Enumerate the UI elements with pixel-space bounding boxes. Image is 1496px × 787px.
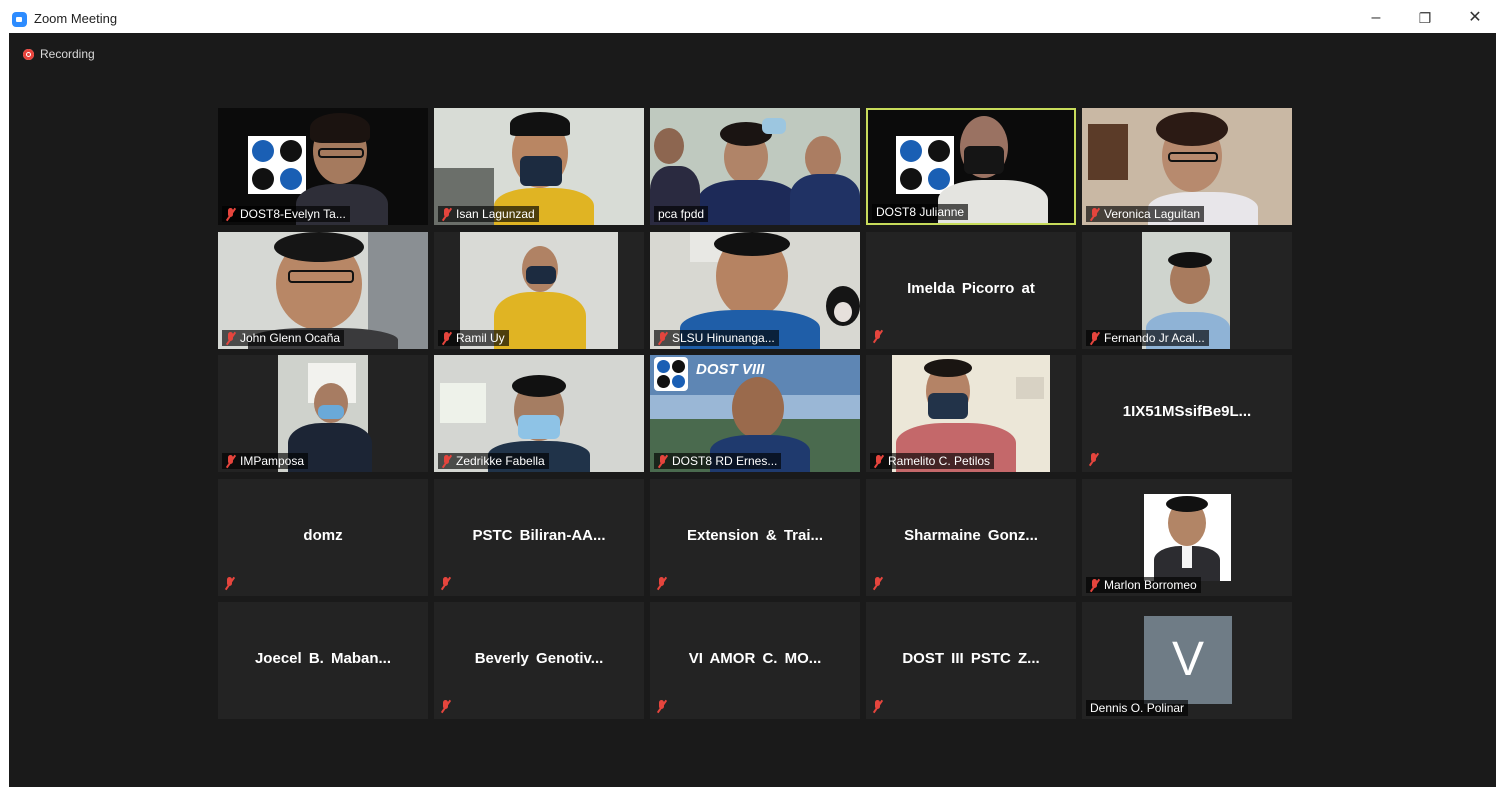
participant-name-center: Beverly Genotiv... (474, 650, 604, 667)
participant-name-center: domz (303, 527, 343, 544)
muted-mic-icon (441, 455, 452, 468)
close-button[interactable]: ✕ (1461, 6, 1489, 30)
participant-tile[interactable]: pca fpdd (650, 108, 860, 225)
avatar: V (1144, 616, 1232, 704)
participant-name-center: Sharmaine Gonz... (904, 527, 1038, 544)
participant-tile[interactable]: domz (218, 479, 428, 596)
participant-name-center: 1IX51MSsifBe9L... (1122, 403, 1252, 420)
participant-tile[interactable]: DOST III PSTC Z... (866, 602, 1076, 719)
participant-name: SLSU Hinunanga... (654, 330, 779, 346)
profile-picture (1144, 494, 1231, 581)
muted-mic-icon (440, 700, 451, 713)
muted-mic-icon (440, 577, 451, 590)
muted-mic-icon (1088, 453, 1099, 466)
muted-mic-icon (873, 455, 884, 468)
participant-name-center: VI AMOR C. MO... (688, 650, 822, 667)
recording-label: Recording (40, 47, 95, 61)
participant-tile[interactable]: John Glenn Ocaña (218, 232, 428, 349)
muted-mic-icon (657, 332, 668, 345)
muted-mic-icon (224, 577, 235, 590)
participant-tile[interactable]: Sharmaine Gonz... (866, 479, 1076, 596)
title-bar: Zoom Meeting – ❐ ✕ (0, 0, 1496, 33)
participant-name: IMPamposa (222, 453, 309, 469)
participant-name: Ramil Uy (438, 330, 509, 346)
muted-mic-icon (441, 208, 452, 221)
restore-button[interactable]: ❐ (1411, 6, 1439, 30)
muted-mic-icon (657, 455, 668, 468)
participant-tile[interactable]: Beverly Genotiv... (434, 602, 644, 719)
participant-name: John Glenn Ocaña (222, 330, 345, 346)
participant-name-center: Imelda Picorro at (907, 280, 1035, 297)
participant-tile[interactable]: Marlon Borromeo (1082, 479, 1292, 596)
muted-mic-icon (1089, 332, 1100, 345)
participant-tile[interactable]: Ramil Uy (434, 232, 644, 349)
muted-mic-icon (1089, 579, 1100, 592)
participant-name: pca fpdd (654, 206, 709, 222)
participant-tile[interactable]: Zedrikke Fabella (434, 355, 644, 472)
participant-name: Marlon Borromeo (1086, 577, 1201, 593)
participant-tile[interactable]: 1IX51MSsifBe9L... (1082, 355, 1292, 472)
participant-tile[interactable]: DOST8-Evelyn Ta... (218, 108, 428, 225)
meeting-area: Recording DOST8-Evelyn Ta... Isan Lagunz… (9, 33, 1496, 787)
participant-tile[interactable]: V Dennis O. Polinar (1082, 602, 1292, 719)
participant-name: Zedrikke Fabella (438, 453, 549, 469)
dost-logo (248, 136, 306, 194)
participant-tile[interactable]: Isan Lagunzad (434, 108, 644, 225)
window-title: Zoom Meeting (34, 11, 118, 26)
participant-name: Ramelito C. Petilos (870, 453, 995, 469)
participant-name: Isan Lagunzad (438, 206, 539, 222)
participant-tile[interactable]: PSTC Biliran-AA... (434, 479, 644, 596)
participant-name: DOST8 Julianne (872, 204, 969, 220)
muted-mic-icon (1089, 208, 1100, 221)
muted-mic-icon (225, 208, 236, 221)
participant-tile[interactable]: Imelda Picorro at (866, 232, 1076, 349)
zoom-app-icon (12, 12, 27, 27)
muted-mic-icon (441, 332, 452, 345)
muted-mic-icon (872, 330, 883, 343)
participant-name-center: Extension & Trai... (686, 527, 824, 544)
muted-mic-icon (225, 455, 236, 468)
recording-icon (23, 48, 34, 60)
muted-mic-icon (225, 332, 236, 345)
participant-tile[interactable]: Veronica Laguitan (1082, 108, 1292, 225)
participant-tile[interactable]: Ramelito C. Petilos (866, 355, 1076, 472)
participant-tile-active-speaker[interactable]: DOST8 Julianne (866, 108, 1076, 225)
participant-name: Fernando Jr Acal... (1086, 330, 1209, 346)
minimize-button[interactable]: – (1362, 6, 1390, 30)
participant-name: Veronica Laguitan (1086, 206, 1205, 222)
participant-tile[interactable]: SLSU Hinunanga... (650, 232, 860, 349)
participant-name-center: PSTC Biliran-AA... (472, 527, 606, 544)
muted-mic-icon (872, 577, 883, 590)
participant-name: DOST8-Evelyn Ta... (222, 206, 350, 222)
participant-tile[interactable]: Fernando Jr Acal... (1082, 232, 1292, 349)
virtual-background-banner: DOST VIII (696, 361, 765, 378)
participant-tile[interactable]: DOST VIII DOST8 RD Ernes... (650, 355, 860, 472)
participant-tile[interactable]: IMPamposa (218, 355, 428, 472)
participant-tile[interactable]: VI AMOR C. MO... (650, 602, 860, 719)
participant-name: Dennis O. Polinar (1086, 700, 1189, 716)
muted-mic-icon (872, 700, 883, 713)
recording-indicator[interactable]: Recording (23, 47, 95, 61)
participant-name-center: DOST III PSTC Z... (902, 650, 1040, 667)
dost-logo (896, 136, 954, 194)
muted-mic-icon (656, 577, 667, 590)
muted-mic-icon (656, 700, 667, 713)
participant-name: DOST8 RD Ernes... (654, 453, 782, 469)
participant-name-center: Joecel B. Maban... (254, 650, 392, 667)
participant-tile[interactable]: Joecel B. Maban... (218, 602, 428, 719)
dost-logo (654, 357, 688, 391)
participant-tile[interactable]: Extension & Trai... (650, 479, 860, 596)
